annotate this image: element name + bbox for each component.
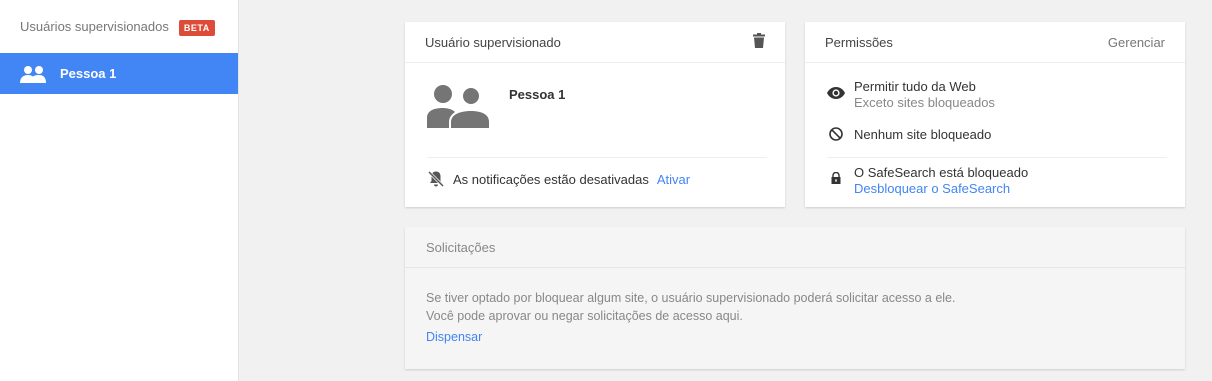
no-blocked-row: Nenhum site bloqueado bbox=[827, 127, 991, 143]
allow-all-subtext: Exceto sites bloqueados bbox=[854, 95, 995, 110]
unlock-safesearch-link[interactable]: Desbloquear o SafeSearch bbox=[854, 181, 1028, 197]
dismiss-link[interactable]: Dispensar bbox=[426, 329, 482, 347]
notifications-off-icon bbox=[427, 170, 445, 188]
supervised-user-card: Usuário supervisionado Pessoa 1 As notif… bbox=[405, 22, 785, 207]
requests-body: Se tiver optado por bloquear algum site,… bbox=[405, 268, 1185, 347]
requests-title: Solicitações bbox=[426, 239, 496, 255]
activate-notifications-link[interactable]: Ativar bbox=[657, 172, 690, 187]
requests-card-header: Solicitações bbox=[405, 227, 1185, 268]
no-blocked-text: Nenhum site bloqueado bbox=[854, 127, 992, 142]
permissions-title: Permissões bbox=[825, 34, 893, 50]
manage-button[interactable]: Gerenciar bbox=[1108, 35, 1165, 50]
people-icon bbox=[20, 65, 46, 83]
notifications-text: As notificações estão desativadas bbox=[453, 171, 649, 187]
user-card-title: Usuário supervisionado bbox=[425, 34, 561, 50]
block-icon bbox=[829, 127, 843, 141]
permissions-card-header: Permissões Gerenciar bbox=[805, 22, 1185, 63]
divider bbox=[427, 157, 767, 158]
requests-card: Solicitações Se tiver optado por bloquea… bbox=[405, 227, 1185, 369]
user-card-header: Usuário supervisionado bbox=[405, 22, 785, 63]
sidebar-item-pessoa-1[interactable]: Pessoa 1 bbox=[0, 53, 238, 94]
trash-icon[interactable] bbox=[753, 33, 765, 51]
allow-all-row: Permitir tudo da Web Exceto sites bloque… bbox=[827, 79, 995, 111]
user-name: Pessoa 1 bbox=[509, 87, 566, 102]
lock-icon bbox=[831, 172, 841, 184]
eye-icon bbox=[827, 87, 845, 99]
avatar bbox=[427, 85, 489, 128]
sidebar: Usuários supervisionados BETA Pessoa 1 bbox=[0, 0, 239, 381]
safesearch-text: O SafeSearch está bloqueado bbox=[854, 165, 1029, 180]
requests-text-line-1: Se tiver optado por bloquear algum site,… bbox=[426, 291, 956, 305]
requests-text-line-2: Você pode aprovar ou negar solicitações … bbox=[426, 308, 743, 323]
safesearch-row: O SafeSearch está bloqueado Desbloquear … bbox=[827, 165, 1028, 197]
notifications-row: As notificações estão desativadas Ativar bbox=[427, 170, 690, 188]
sidebar-header: Usuários supervisionados BETA bbox=[0, 0, 238, 53]
permissions-card: Permissões Gerenciar Permitir tudo da We… bbox=[805, 22, 1185, 207]
beta-badge: BETA bbox=[178, 20, 215, 36]
sidebar-title: Usuários supervisionados bbox=[20, 19, 169, 34]
divider bbox=[827, 157, 1167, 158]
allow-all-text: Permitir tudo da Web bbox=[854, 79, 976, 94]
sidebar-item-label: Pessoa 1 bbox=[60, 66, 117, 81]
